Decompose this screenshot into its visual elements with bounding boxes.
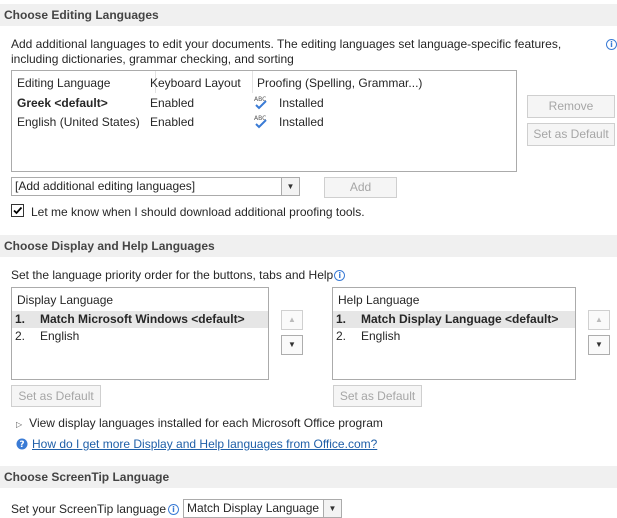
editing-languages-table[interactable]: Editing Language Keyboard Layout Proofin… xyxy=(11,70,517,172)
chevron-down-icon[interactable]: ▼ xyxy=(281,178,299,195)
screentip-label: Set your ScreenTip language xyxy=(11,502,166,516)
download-proofing-label[interactable]: Let me know when I should download addit… xyxy=(31,205,365,219)
set-as-default-button[interactable]: Set as Default xyxy=(527,123,615,146)
chevron-down-icon[interactable]: ▼ xyxy=(323,500,341,517)
display-set-as-default-button[interactable]: Set as Default xyxy=(11,385,101,407)
chevron-up-icon: ▲ xyxy=(595,315,603,324)
screentip-label-row: Set your ScreenTip language i xyxy=(11,502,179,516)
spellcheck-icon: ABC xyxy=(254,115,267,129)
info-icon[interactable]: i xyxy=(606,39,617,50)
help-circle-icon: ? xyxy=(16,438,28,450)
info-icon[interactable]: i xyxy=(334,270,346,282)
row-keyboard: Enabled xyxy=(150,115,195,129)
table-row[interactable]: English (United States) Enabled ABC Inst… xyxy=(12,114,516,131)
help-set-as-default-button[interactable]: Set as Default xyxy=(333,385,422,407)
view-installed-languages-expander[interactable]: ▷ View display languages installed for ea… xyxy=(16,416,383,430)
svg-text:?: ? xyxy=(19,440,24,450)
display-language-title: Display Language xyxy=(17,293,114,307)
list-item[interactable]: 1. Match Display Language <default> xyxy=(333,311,575,328)
display-move-up-button[interactable]: ▲ xyxy=(281,310,303,330)
table-row[interactable]: Greek <default> Enabled ABC Installed xyxy=(12,95,516,112)
row-keyboard: Enabled xyxy=(150,96,195,110)
chevron-down-icon: ▼ xyxy=(288,340,296,349)
info-icon[interactable]: i xyxy=(168,504,179,516)
help-move-up-button[interactable]: ▲ xyxy=(588,310,610,330)
screentip-language-dropdown[interactable]: Match Display Language ▼ xyxy=(183,499,342,518)
column-header-proofing[interactable]: Proofing (Spelling, Grammar...) xyxy=(257,76,422,90)
help-language-title: Help Language xyxy=(338,293,420,307)
help-language-list[interactable]: Help Language 1. Match Display Language … xyxy=(332,287,576,380)
screentip-language-header: Choose ScreenTip Language xyxy=(0,466,617,488)
more-languages-link[interactable]: How do I get more Display and Help langu… xyxy=(32,437,377,451)
list-item-number: 2. xyxy=(15,329,26,343)
chevron-up-icon: ▲ xyxy=(288,315,296,324)
display-move-down-button[interactable]: ▼ xyxy=(281,335,303,355)
add-button[interactable]: Add xyxy=(324,177,397,198)
spellcheck-icon: ABC xyxy=(254,96,267,110)
view-installed-languages-label: View display languages installed for eac… xyxy=(29,416,383,430)
more-languages-link-row[interactable]: ? How do I get more Display and Help lan… xyxy=(16,437,377,451)
list-item[interactable]: 2. English xyxy=(12,328,268,345)
list-item-label: Match Display Language <default> xyxy=(361,312,559,326)
chevron-down-icon: ▼ xyxy=(595,340,603,349)
list-item[interactable]: 2. English xyxy=(333,328,575,345)
list-item-label: English xyxy=(40,329,80,343)
list-item-label: English xyxy=(361,329,401,343)
list-item-number: 1. xyxy=(15,312,26,326)
display-description-text: Set the language priority order for the … xyxy=(11,268,334,282)
column-header-editing-language[interactable]: Editing Language xyxy=(17,76,110,90)
row-language: English (United States) xyxy=(17,115,140,129)
list-item-label: Match Microsoft Windows <default> xyxy=(40,312,245,326)
display-description: Set the language priority order for the … xyxy=(11,268,346,282)
row-proofing: Installed xyxy=(279,115,324,129)
display-language-list[interactable]: Display Language 1. Match Microsoft Wind… xyxy=(11,287,269,380)
checkmark-icon xyxy=(13,206,23,215)
column-header-keyboard-layout[interactable]: Keyboard Layout xyxy=(150,76,241,90)
editing-languages-header: Choose Editing Languages xyxy=(0,4,617,26)
editing-description: Add additional languages to edit your do… xyxy=(11,37,562,66)
help-move-down-button[interactable]: ▼ xyxy=(588,335,610,355)
dropdown-value: [Add additional editing languages] xyxy=(15,179,196,193)
chevron-right-icon: ▷ xyxy=(16,420,23,429)
add-editing-language-dropdown[interactable]: [Add additional editing languages] ▼ xyxy=(11,177,300,196)
list-item-number: 1. xyxy=(336,312,347,326)
row-language: Greek <default> xyxy=(17,96,108,110)
dropdown-value: Match Display Language xyxy=(187,501,320,515)
download-proofing-checkbox[interactable] xyxy=(11,204,24,217)
list-item[interactable]: 1. Match Microsoft Windows <default> xyxy=(12,311,268,328)
row-proofing: Installed xyxy=(279,96,324,110)
column-divider xyxy=(252,71,253,93)
remove-button[interactable]: Remove xyxy=(527,95,615,118)
display-help-languages-header: Choose Display and Help Languages xyxy=(0,235,617,257)
list-item-number: 2. xyxy=(336,329,347,343)
